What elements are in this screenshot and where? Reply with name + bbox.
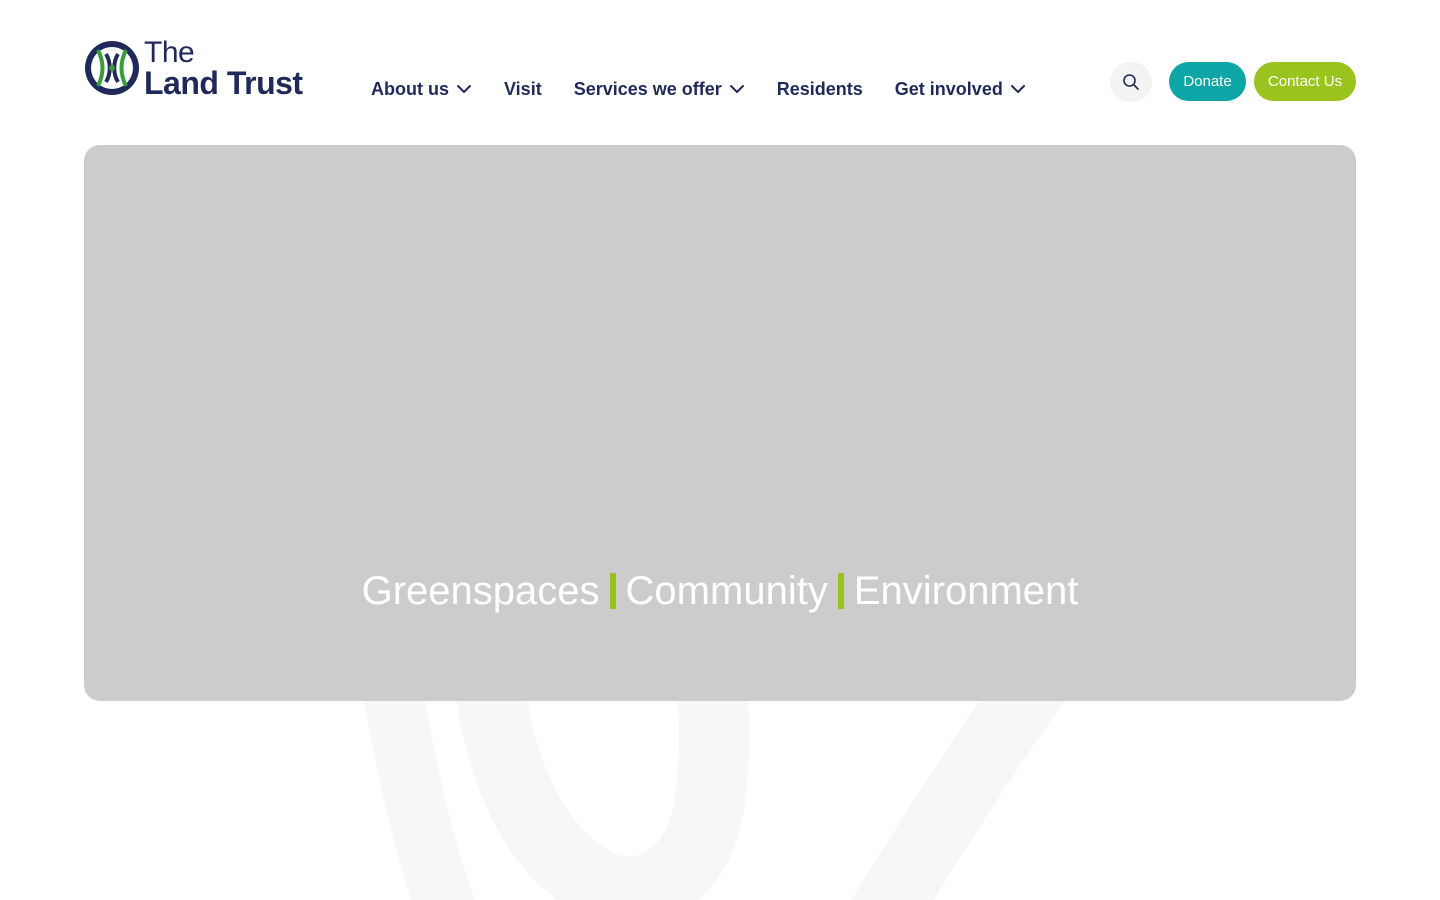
tagline-word-greenspaces: Greenspaces [361,569,600,613]
search-icon [1123,74,1139,90]
contact-us-button[interactable]: Contact Us [1254,62,1356,101]
nav-item-residents[interactable]: Residents [777,79,863,100]
tagline-separator [609,573,616,609]
nav-item-services-we-offer[interactable]: Services we offer [574,79,745,100]
logo-text-name: Land Trust [144,65,303,101]
nav-item-label: Services we offer [573,78,722,99]
land-trust-logo-icon [85,41,139,95]
site-logo[interactable]: The Land Trust [84,38,314,102]
nav-item-label: About us [371,78,449,99]
logo-text-the: The [144,36,195,69]
tagline-separator [837,573,844,609]
nav-item-visit[interactable]: Visit [504,79,542,100]
page: The Land Trust About us Visit Services w… [0,0,1440,900]
hero-tagline: Greenspaces Community Environment [0,568,1440,614]
nav-item-label: Get involved [894,78,1003,99]
search-button[interactable] [1110,62,1152,102]
donate-button[interactable]: Donate [1169,62,1246,101]
tagline-word-environment: Environment [853,569,1079,613]
chevron-down-icon [729,85,744,93]
hero-banner [84,145,1356,701]
nav-item-get-involved[interactable]: Get involved [895,79,1026,100]
nav-item-label: Residents [776,78,863,99]
site-header: The Land Trust About us Visit Services w… [0,0,1440,140]
chevron-down-icon [457,85,471,93]
nav-item-about-us[interactable]: About us [371,79,472,100]
tagline-word-community: Community [625,569,828,613]
nav-item-label: Visit [504,78,542,99]
main-navigation: About us Visit Services we offer Residen… [371,76,1026,102]
chevron-down-icon [1010,85,1025,93]
